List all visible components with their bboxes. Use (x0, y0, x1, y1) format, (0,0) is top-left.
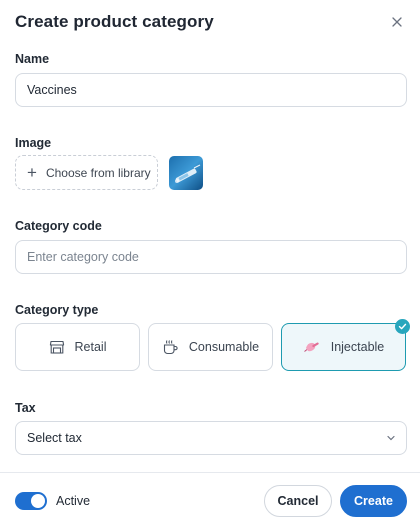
tax-select[interactable]: Select tax (15, 421, 407, 455)
toggle-knob (31, 494, 45, 508)
category-code-field[interactable] (15, 240, 407, 274)
category-type-injectable-label: Injectable (330, 340, 385, 354)
image-label: Image (15, 136, 52, 150)
tax-label: Tax (15, 401, 36, 415)
syringe-icon (303, 342, 319, 352)
active-label: Active (56, 494, 91, 508)
name-input[interactable] (27, 83, 395, 97)
plus-icon: + (27, 163, 37, 182)
category-code-label: Category code (15, 219, 102, 233)
cancel-button[interactable]: Cancel (264, 485, 332, 517)
image-thumbnail[interactable] (169, 156, 203, 190)
close-button[interactable] (386, 11, 408, 33)
choose-from-library-button[interactable]: + Choose from library (15, 155, 158, 190)
category-type-consumable[interactable]: Consumable (148, 323, 273, 371)
modal-header: Create product category (15, 11, 408, 33)
category-type-retail[interactable]: Retail (15, 323, 140, 371)
active-toggle-group: Active (15, 492, 90, 510)
cup-icon (163, 339, 178, 354)
create-button[interactable]: Create (340, 485, 407, 517)
category-type-consumable-label: Consumable (188, 340, 260, 354)
modal-title: Create product category (15, 12, 214, 31)
name-label: Name (15, 52, 50, 66)
name-field[interactable] (15, 73, 407, 107)
active-toggle[interactable] (15, 492, 47, 510)
category-type-options: Retail Consumable Injectable (15, 319, 410, 371)
selected-check-badge (395, 319, 410, 334)
close-icon (392, 17, 402, 27)
footer-divider (0, 472, 420, 473)
check-icon (398, 323, 407, 330)
choose-from-library-label: Choose from library (45, 165, 151, 180)
tax-select-value: Select tax (27, 431, 82, 445)
category-code-input[interactable] (27, 250, 395, 264)
vaccine-image (169, 156, 203, 190)
footer-buttons: Cancel Create (264, 485, 407, 517)
category-type-label: Category type (15, 303, 99, 317)
create-category-modal: Create product category Name Image + Cho… (0, 0, 420, 531)
chevron-down-icon (387, 435, 395, 441)
modal-footer: Active Cancel Create (15, 485, 407, 517)
category-type-injectable[interactable]: Injectable (281, 319, 410, 371)
category-type-retail-label: Retail (74, 340, 107, 354)
store-icon (49, 340, 64, 354)
